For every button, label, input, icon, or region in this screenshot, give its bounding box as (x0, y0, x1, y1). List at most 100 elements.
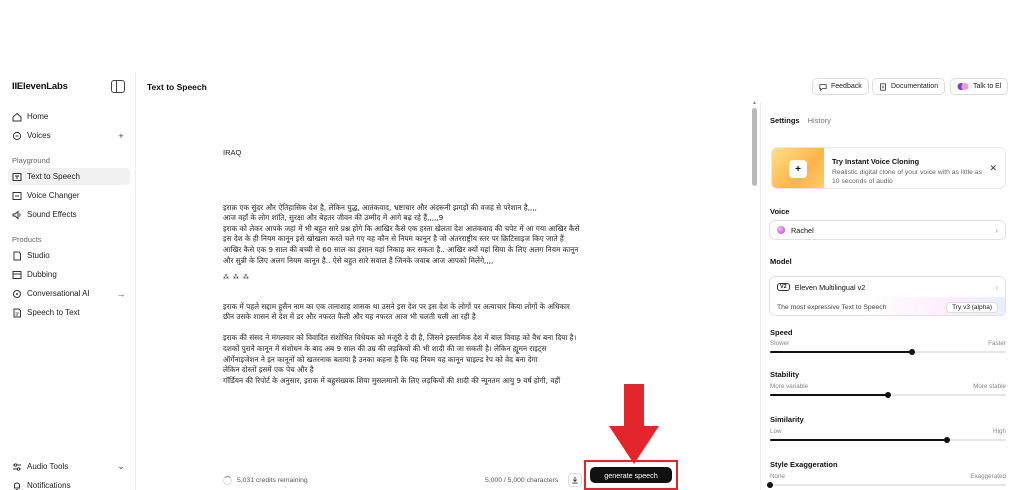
sidebar-item-conversational-ai[interactable]: Conversational AI → (8, 285, 130, 302)
voice-label: Voice (770, 207, 790, 216)
stability-slider[interactable] (770, 392, 1006, 398)
tab-history[interactable]: History (808, 116, 831, 125)
sidebar-item-voices[interactable]: Voices + (8, 127, 130, 144)
sidebar-item-label: Audio Tools (27, 462, 69, 471)
sidebar-item-speech-to-text[interactable]: Speech to Text (8, 304, 130, 321)
paragraph-1: इराक़ एक सुंदर और ऐतिहासिक देश है, लेकिन… (223, 203, 663, 267)
credits-ring-icon (223, 476, 232, 485)
add-voice-icon[interactable]: + (116, 131, 126, 141)
doc-title-line: IRAQ (223, 148, 242, 157)
download-button[interactable] (568, 473, 582, 487)
highlight-box: generate speech (584, 460, 678, 490)
slider-thumb[interactable] (944, 437, 950, 443)
voices-icon (12, 131, 22, 140)
sidebar-item-notifications[interactable]: Notifications (8, 477, 130, 490)
generate-speech-button[interactable]: generate speech (590, 467, 672, 483)
feedback-button[interactable]: Feedback (812, 78, 869, 95)
sidebar-item-label: Dubbing (27, 270, 57, 279)
scroll-up-icon[interactable]: ▲ (751, 101, 758, 106)
speed-slider[interactable] (770, 349, 1006, 355)
sidebar-item-text-to-speech[interactable]: Text to Speech (8, 168, 130, 185)
app: IIElevenLabs Home Voices + Playground Te… (0, 72, 1024, 490)
sidebar-item-label: Studio (27, 251, 50, 260)
audio-tools-icon (13, 462, 21, 471)
model-row[interactable]: V2 Eleven Multilingual v2 › (770, 277, 1005, 297)
talk-to-el-label: Talk to El (973, 83, 1002, 90)
voice-select[interactable]: Rachel › (769, 220, 1006, 240)
text-line: ऑर्गेनाइजेशन ने इन कानूनों को खतरनाक बता… (223, 354, 538, 364)
tab-settings[interactable]: Settings (770, 116, 800, 125)
stability-range-labels: More variable More stable (770, 383, 1006, 390)
voice-cloning-promo[interactable]: + Try Instant Voice Cloning Realistic di… (771, 147, 1006, 189)
text-line: दशकों पुराने कानून में संशोधन के बाद अब … (223, 344, 547, 354)
model-subtext: The most expressive Text to Speech Try v… (770, 297, 1005, 315)
credits-remaining: 5,031 credits remaining (237, 477, 308, 484)
feedback-icon (819, 83, 827, 91)
sidebar-item-studio[interactable]: Studio (8, 247, 130, 264)
slider-thumb[interactable] (885, 392, 891, 398)
brand-logo[interactable]: IIElevenLabs (12, 81, 68, 92)
sidebar-toggle-icon[interactable] (111, 80, 125, 93)
conversational-ai-icon (13, 289, 21, 298)
text-line: छीन उसके शासन से देश में डर और नफरत फैली… (223, 312, 476, 322)
text-line: आखिर कैसे एक 9 साल की बच्ची से 60 साल का… (223, 244, 579, 254)
promo-image: + (772, 148, 824, 188)
bell-icon (14, 481, 20, 490)
style-exaggeration-slider[interactable] (767, 482, 1006, 488)
sidebar-item-label: Sound Effects (27, 210, 77, 219)
slider-thumb[interactable] (908, 349, 915, 355)
stability-label: Stability (770, 370, 800, 379)
studio-icon (13, 251, 21, 260)
similarity-slider[interactable] (770, 437, 1006, 443)
text-line: इराक की संसद ने मंगलवार को विवादित संशोध… (223, 333, 577, 343)
sidebar-item-sound-effects[interactable]: Sound Effects (8, 206, 130, 223)
close-icon[interactable]: ✕ (989, 163, 997, 174)
editor-text[interactable]: IRAQ इराक़ एक सुंदर और ऐतिहासिक देश है, … (223, 148, 663, 386)
document-icon (880, 82, 886, 91)
style-range-labels: None Exaggerated (770, 473, 1006, 480)
text-line: इराक़ एक सुंदर और ऐतिहासिक देश है, लेकिन… (223, 202, 537, 212)
speech-to-text-icon (13, 308, 21, 317)
model-label: Model (770, 257, 792, 266)
top-header: Text to Speech Feedback Documentation Ta… (137, 72, 1024, 102)
model-description: The most expressive Text to Speech (777, 303, 887, 311)
voice-value: Rachel (791, 225, 814, 235)
slider-fill (770, 351, 912, 353)
model-select[interactable]: V2 Eleven Multilingual v2 › The most exp… (769, 276, 1006, 316)
slider-thumb[interactable] (767, 482, 773, 488)
separator: ⁂ ⁂ ⁂ (223, 274, 250, 282)
sidebar-item-label: Voice Changer (27, 191, 80, 200)
editor-footer: 5,031 credits remaining 5,000 / 5,000 ch… (137, 460, 749, 490)
documentation-button[interactable]: Documentation (872, 78, 946, 95)
text-line: इराक को लेकर आपके जहां में भी बहुत सारे … (223, 223, 580, 233)
sidebar-item-dubbing[interactable]: Dubbing (8, 266, 130, 283)
arrow-right-icon: → (116, 288, 126, 299)
sidebar-item-audio-tools[interactable]: Audio Tools ⌄ (8, 458, 130, 475)
similarity-range-labels: Low High (770, 428, 1006, 435)
sidebar-item-home[interactable]: Home (8, 108, 130, 125)
slider-max-label: Faster (988, 340, 1006, 347)
model-version-badge: V2 (777, 283, 790, 291)
sidebar-item-voice-changer[interactable]: Voice Changer (8, 187, 130, 204)
text-line: इस देश के ही नियम कानून इसे खोखला करते च… (223, 234, 564, 244)
editor-scrollbar[interactable] (752, 108, 757, 186)
text-to-speech-icon (12, 172, 22, 181)
settings-tabs: Settings History (770, 116, 831, 125)
text-line: इराक में पहले सद्दाम हुसैन नाम का एक तान… (223, 301, 570, 311)
sidebar-item-label: Speech to Text (27, 308, 80, 317)
slider-min-label: Low (770, 428, 782, 435)
text-editor[interactable]: IRAQ इराक़ एक सुंदर और ऐतिहासिक देश है, … (137, 102, 749, 490)
sidebar-item-label: Voices (27, 131, 51, 140)
talk-to-el-button[interactable]: Talk to El (950, 78, 1009, 95)
try-v3-button[interactable]: Try v3 (alpha) (946, 301, 998, 313)
sound-effects-icon (12, 209, 21, 220)
speed-label: Speed (770, 328, 793, 337)
slider-max-label: More stable (973, 383, 1006, 390)
section-title-products: Products (12, 235, 42, 244)
sidebar-item-label: Conversational AI (27, 289, 90, 298)
similarity-label: Similarity (770, 415, 804, 424)
voice-avatar-icon (777, 226, 785, 234)
paragraph-3: इराक की संसद ने मंगलवार को विवादित संशोध… (223, 333, 663, 386)
slider-min-label: None (770, 473, 786, 480)
red-arrow-annotation (609, 384, 659, 464)
